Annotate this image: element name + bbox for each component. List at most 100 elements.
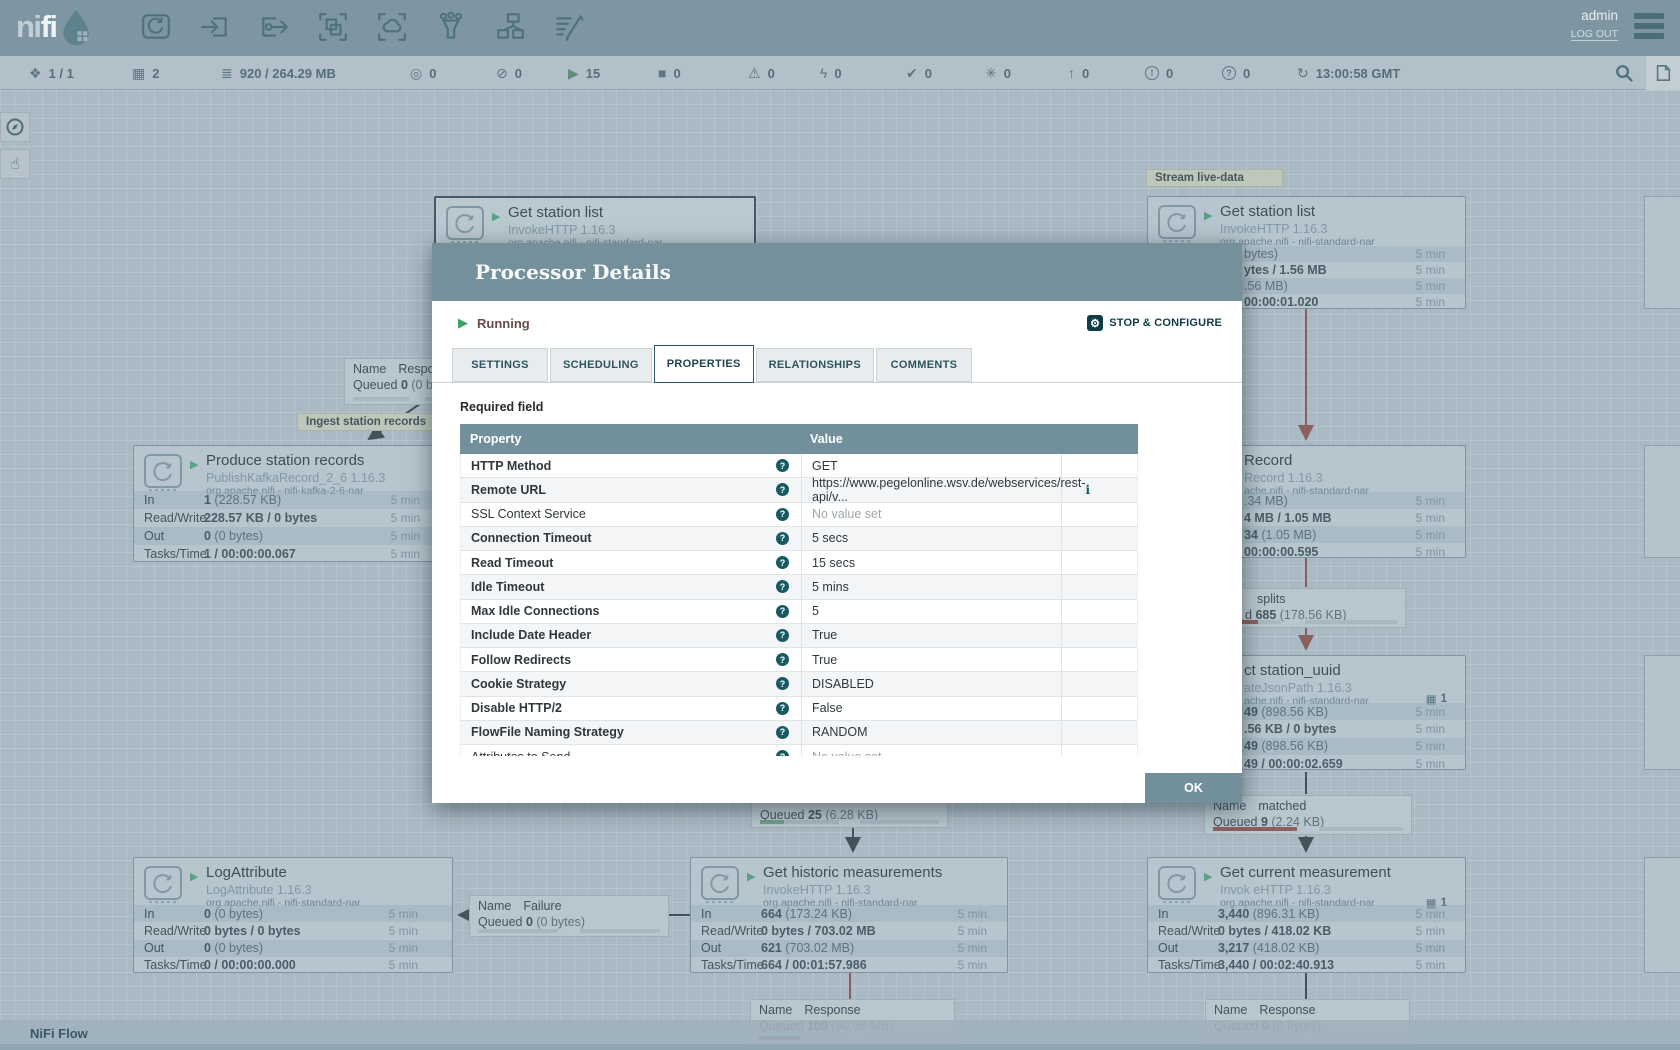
stat-label: In <box>1148 907 1218 921</box>
remote-process-group-icon[interactable] <box>375 10 409 46</box>
connection-name: Failure <box>523 899 561 913</box>
global-menu-icon[interactable] <box>1634 13 1664 43</box>
locally-modified-stale-icon: ! <box>1145 66 1159 80</box>
processor-card[interactable]: ▶LogAttribute LogAttribute 1.16.3 org.ap… <box>133 857 453 973</box>
help-icon[interactable]: ? <box>776 629 789 642</box>
help-icon[interactable]: ? <box>776 580 789 593</box>
navigate-palette[interactable] <box>0 112 30 142</box>
required-field-note: Required field <box>460 400 1242 414</box>
processor-card[interactable]: ▶Produce station records PublishKafkaRec… <box>133 445 455 562</box>
help-icon[interactable]: ? <box>776 653 789 666</box>
help-icon[interactable]: ? <box>776 750 789 756</box>
stat-value: 0 (0 bytes) <box>204 529 263 543</box>
help-icon[interactable]: ? <box>776 726 789 739</box>
stat-window: 5 min <box>1416 279 1445 293</box>
processor-icon[interactable] <box>139 10 173 46</box>
queued-count: 0 <box>526 915 533 929</box>
processor-card[interactable]: ▶Get current measurement Invok eHTTP 1.1… <box>1147 857 1466 973</box>
property-row: SSL Context Service ? No value set <box>460 503 1138 527</box>
processor-title-block: ct station_uuid ateJsonPath 1.16.3 ache.… <box>1244 663 1369 708</box>
help-icon[interactable]: ? <box>776 532 789 545</box>
processor-card[interactable]: ▶Get historic measurements InvokeHTTP 1.… <box>690 857 1008 973</box>
partial-processor-card[interactable] <box>1644 655 1680 770</box>
properties-table-header: Property Value <box>460 424 1138 454</box>
stat-window: 5 min <box>389 958 418 972</box>
processor-type: PublishKafkaRecord_2_6 1.16.3 <box>206 471 385 485</box>
processor-stat-row: Tasks/Time664 / 00:01:57.986 5 min <box>691 957 1007 974</box>
input-port-icon[interactable] <box>198 10 232 46</box>
funnel-icon[interactable] <box>434 10 468 46</box>
label-icon[interactable] <box>552 10 586 46</box>
status-item-running: ▶15 <box>568 56 600 90</box>
help-icon[interactable]: ? <box>776 508 789 521</box>
operate-palette[interactable]: ☝ <box>0 149 30 179</box>
search-icon[interactable] <box>1609 63 1640 87</box>
breadcrumb-bar <box>0 1020 1680 1044</box>
property-row: Idle Timeout ? 5 mins <box>460 575 1138 599</box>
property-row: HTTP Method ? GET <box>460 454 1138 478</box>
output-port-icon[interactable] <box>257 10 291 46</box>
stat-label: Tasks/Time <box>134 547 204 561</box>
breadcrumb[interactable]: NiFi Flow <box>30 1026 88 1041</box>
dialog-tab[interactable]: SETTINGS <box>452 348 548 382</box>
status-item-stale: ↑0 <box>1068 56 1089 90</box>
connection-name-label: Name <box>1214 1003 1247 1017</box>
help-icon[interactable]: ? <box>776 483 789 496</box>
queued-count: 0 <box>401 378 408 392</box>
status-count: 0 <box>1082 66 1089 81</box>
ok-button[interactable]: OK <box>1145 773 1242 803</box>
processor-type: Invok eHTTP 1.16.3 <box>1220 883 1391 897</box>
canvas-label[interactable]: Stream live-data <box>1146 169 1283 187</box>
property-row: Read Timeout ? 15 secs <box>460 551 1138 575</box>
stat-value: 0 bytes / 0 bytes <box>204 924 301 938</box>
disabled-icon: ϟ <box>820 65 827 81</box>
dialog-tab[interactable]: SCHEDULING <box>550 348 652 382</box>
help-icon[interactable]: ? <box>776 459 789 472</box>
help-icon[interactable]: ? <box>776 605 789 618</box>
process-group-icon[interactable] <box>316 10 350 46</box>
processor-stat-row: Out3,217 (418.02 KB) 5 min <box>1148 940 1465 957</box>
template-icon[interactable] <box>493 10 527 46</box>
partial-processor-card[interactable] <box>1644 857 1680 973</box>
property-column-header: Property <box>460 432 800 446</box>
canvas-label[interactable]: Ingest station records <box>297 413 435 431</box>
dialog-tab[interactable]: COMMENTS <box>876 348 972 382</box>
processor-type: InvokeHTTP 1.16.3 <box>763 883 942 897</box>
stat-label: Read/Write <box>134 924 204 938</box>
status-count: 0 <box>1004 66 1011 81</box>
not-transmitting-icon: ⊘ <box>496 65 508 82</box>
stat-label: Out <box>1148 941 1218 955</box>
bulletin-note-icon[interactable] <box>1646 56 1680 90</box>
info-icon[interactable]: i <box>1086 483 1091 497</box>
run-status-row: ▶ Running ⚙ STOP & CONFIGURE <box>432 301 1242 345</box>
partial-processor-card[interactable] <box>1644 196 1680 309</box>
connection-name-label: Name <box>478 899 511 913</box>
stat-value: 0 bytes / 418.02 KB <box>1218 924 1331 938</box>
property-row: FlowFile Naming Strategy ? RANDOM <box>460 721 1138 745</box>
stat-label: Read/Write <box>1148 924 1218 938</box>
help-icon[interactable]: ? <box>776 677 789 690</box>
processor-run-icon <box>143 865 183 910</box>
processor-type: Record 1.16.3 <box>1244 471 1369 485</box>
stat-value: 621 (703.02 MB) <box>761 941 854 955</box>
logout-link[interactable]: LOG OUT <box>1571 28 1618 41</box>
dialog-tab[interactable]: PROPERTIES <box>654 345 754 383</box>
nifi-logo-text: nifi <box>16 9 57 45</box>
connection-name: Response <box>804 1003 860 1017</box>
connection-label[interactable]: NameFailure Queued 0 (0 bytes) <box>469 895 669 937</box>
refresh-icon[interactable]: ↻ <box>1297 65 1309 82</box>
queued-label: Queued <box>353 378 397 392</box>
stat-window: 5 min <box>1416 722 1445 736</box>
refresh-time: 13:00:58 GMT <box>1316 66 1401 81</box>
partial-processor-card[interactable] <box>1644 445 1680 558</box>
help-icon[interactable]: ? <box>776 556 789 569</box>
dialog-tab[interactable]: RELATIONSHIPS <box>756 348 874 382</box>
bottom-strip <box>0 1044 1680 1050</box>
running-icon: ▶ <box>568 65 579 82</box>
play-icon: ▶ <box>492 210 500 223</box>
help-icon[interactable]: ? <box>776 702 789 715</box>
status-count: 0 <box>768 66 775 81</box>
queue-percent-bars <box>478 929 660 933</box>
status-item-invalid: ⚠0 <box>748 56 775 90</box>
stop-and-configure-button[interactable]: ⚙ STOP & CONFIGURE <box>1081 314 1228 332</box>
